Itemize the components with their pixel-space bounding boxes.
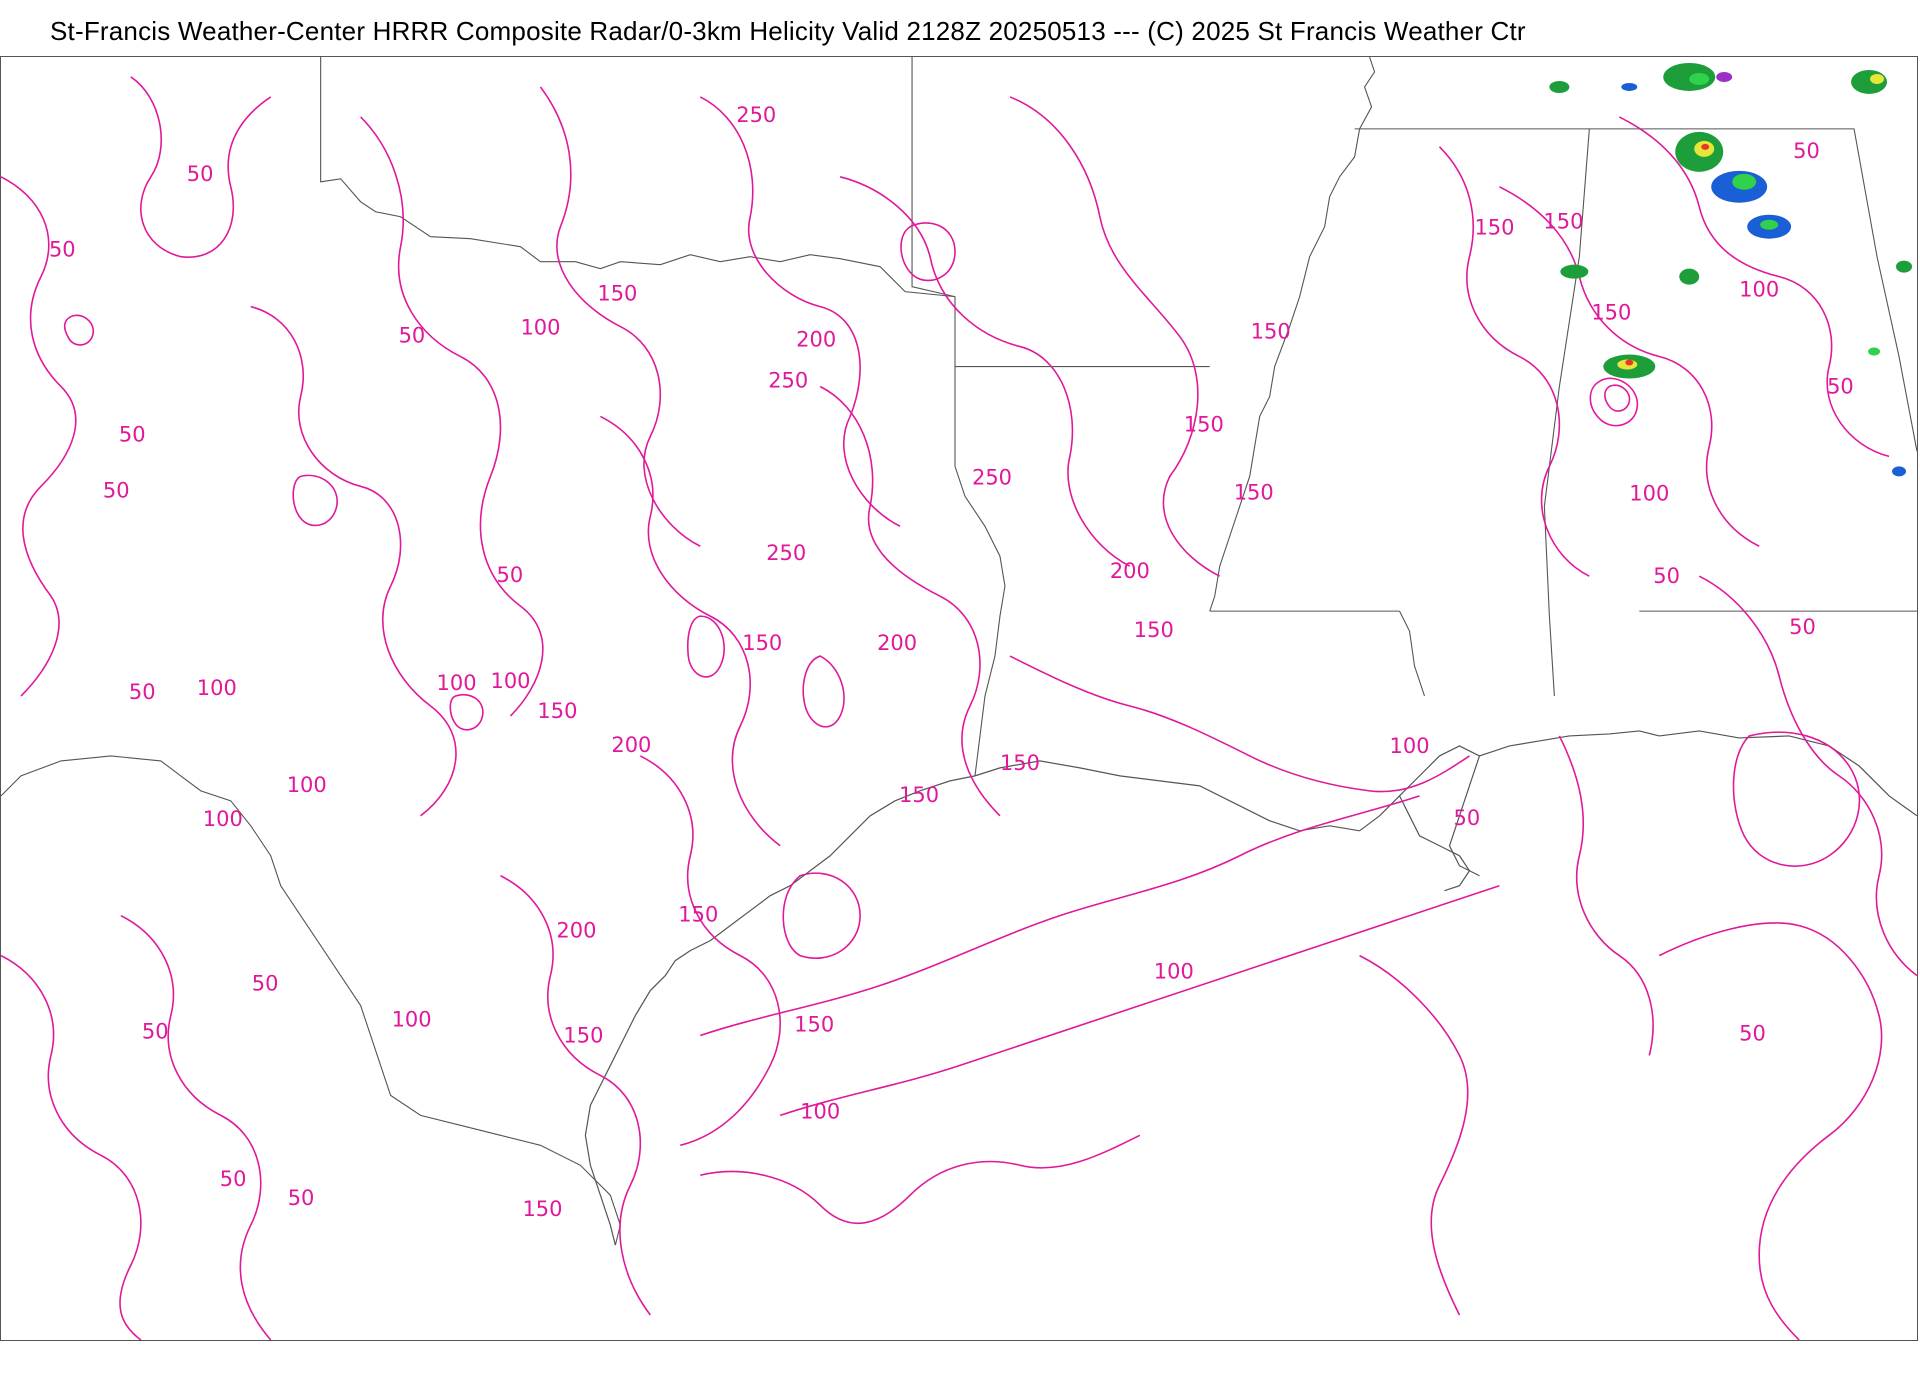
contour-label: 100 <box>1390 734 1430 758</box>
contour-label: 200 <box>796 328 836 352</box>
contour-label: 150 <box>794 1012 834 1036</box>
contour-label: 200 <box>1110 559 1150 583</box>
contour-label: 150 <box>537 699 577 723</box>
contour-label: 150 <box>1543 210 1583 234</box>
map-title: St-Francis Weather-Center HRRR Composite… <box>50 16 1526 46</box>
contour-label: 50 <box>496 563 523 587</box>
contour-label: 250 <box>768 368 808 392</box>
contour-label: 100 <box>437 671 477 695</box>
contour-label: 100 <box>1154 960 1194 984</box>
contour-label: 50 <box>1827 374 1854 398</box>
contour-label: 200 <box>611 733 651 757</box>
contour-label: 150 <box>1184 412 1224 436</box>
radar-cell <box>1892 466 1907 477</box>
contour-label: 150 <box>1134 618 1174 642</box>
contour-label: 150 <box>742 631 782 655</box>
contour-label: 100 <box>1629 481 1669 505</box>
arkansas-oklahoma-border <box>911 57 956 467</box>
contour-label: 100 <box>490 669 530 693</box>
radar-cell <box>1868 347 1881 356</box>
contour-label: 50 <box>103 478 130 502</box>
radar-cell <box>1716 71 1733 82</box>
contour-label: 100 <box>197 676 237 700</box>
radar-cell <box>1621 82 1638 91</box>
radar-cell <box>1679 268 1700 285</box>
helicity-map: 50 50 250 150 50 100 200 250 50 50 250 2… <box>1 57 1917 1340</box>
contour-label: 100 <box>520 316 560 340</box>
contour-label: 50 <box>252 972 279 996</box>
contour-label: 150 <box>678 903 718 927</box>
contour-label: 150 <box>1474 216 1514 240</box>
contour-label: 150 <box>1251 320 1291 344</box>
radar-cell <box>1701 143 1710 150</box>
contour-label: 50 <box>129 680 156 704</box>
contour-label: 100 <box>287 773 327 797</box>
contour-label: 50 <box>399 324 426 348</box>
contour-label: 150 <box>597 282 637 306</box>
contour-label: 50 <box>142 1019 169 1043</box>
radar-cell <box>1560 264 1589 279</box>
radar-cell <box>1896 260 1913 273</box>
gulf-coast-texas <box>584 775 976 1246</box>
contour-label: 200 <box>556 919 596 943</box>
contour-label: 50 <box>220 1167 247 1191</box>
contour-label: 100 <box>800 1099 840 1123</box>
radar-cell <box>1689 72 1710 85</box>
gulf-coast-louisiana <box>974 745 1481 877</box>
louisiana-east-border <box>1399 610 1426 697</box>
rio-grande <box>1 755 621 1246</box>
contour-label: 150 <box>563 1023 603 1047</box>
contour-label: 250 <box>766 541 806 565</box>
radar-returns <box>1549 62 1913 477</box>
radar-cell <box>1870 73 1885 84</box>
contour-label: 150 <box>1591 301 1631 325</box>
contour-label: 250 <box>736 103 776 127</box>
contour-label: 50 <box>1739 1021 1766 1045</box>
contour-label: 50 <box>1789 615 1816 639</box>
contour-label: 50 <box>119 422 146 446</box>
contour-label: 100 <box>203 807 243 831</box>
contour-label: 150 <box>522 1197 562 1221</box>
gulf-coast-east <box>1479 730 1917 817</box>
contour-label: 50 <box>1793 139 1820 163</box>
contour-label: 50 <box>288 1186 315 1210</box>
radar-cell <box>1732 173 1757 190</box>
oklahoma-panhandle-border <box>320 57 956 298</box>
state-borders <box>1 57 1917 1246</box>
radar-cell <box>1625 359 1634 366</box>
helicity-contours <box>1 76 1917 1340</box>
contour-label: 100 <box>1739 278 1779 302</box>
contour-label: 50 <box>1653 564 1680 588</box>
mississippi-river <box>1209 57 1376 612</box>
contour-label: 50 <box>187 162 214 186</box>
contour-label: 150 <box>1234 480 1274 504</box>
contour-label: 50 <box>49 238 76 262</box>
contour-label: 100 <box>392 1007 432 1031</box>
radar-cell <box>1760 219 1779 230</box>
map-panel: 50 50 250 150 50 100 200 250 50 50 250 2… <box>0 56 1918 1341</box>
contour-label: 250 <box>972 465 1012 489</box>
contour-label: 200 <box>877 631 917 655</box>
radar-cell <box>1549 80 1570 93</box>
contour-label: 150 <box>1000 751 1040 775</box>
coastline <box>584 730 1917 1246</box>
contour-label: 150 <box>899 783 939 807</box>
contour-label: 50 <box>1453 806 1480 830</box>
